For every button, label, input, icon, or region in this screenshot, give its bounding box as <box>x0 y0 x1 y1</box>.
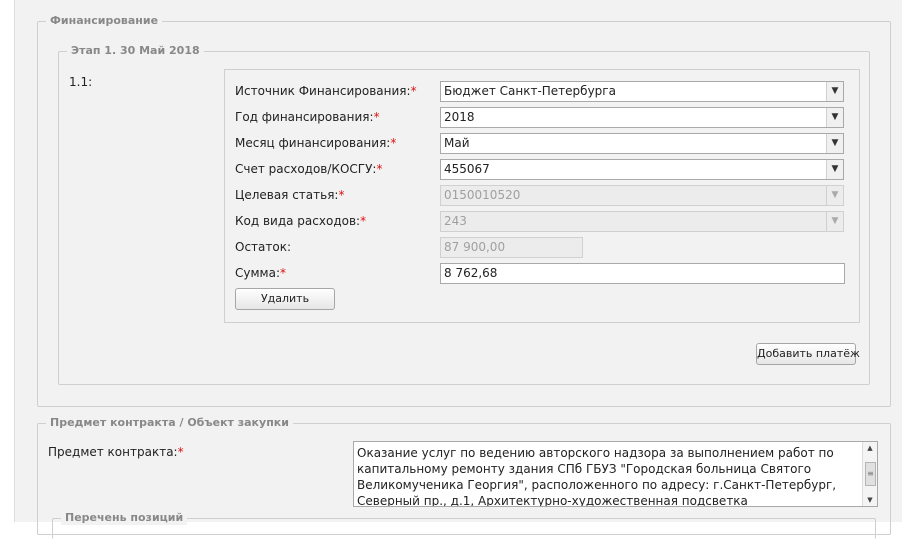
chevron-down-icon[interactable]: ▼ <box>826 160 843 179</box>
expense-code-label: Код вида расходов:* <box>235 214 367 228</box>
scroll-up-icon[interactable]: ▲ <box>863 442 877 454</box>
year-label: Год финансирования:* <box>235 110 380 124</box>
expense-code-select: 243 ▼ <box>440 211 844 232</box>
subject-label: Предмет контракта:* <box>48 445 184 459</box>
delete-button[interactable]: Удалить <box>235 288 335 310</box>
chevron-down-icon: ▼ <box>826 186 843 205</box>
scroll-thumb[interactable]: ≡ <box>865 462 876 486</box>
source-value: Бюджет Санкт-Петербурга <box>444 84 616 98</box>
required-mark: * <box>373 110 380 124</box>
chevron-down-icon[interactable]: ▼ <box>826 134 843 153</box>
target-select: 0150010520 ▼ <box>440 185 844 206</box>
account-select[interactable]: 455067 ▼ <box>440 159 844 180</box>
month-label: Месяц финансирования:* <box>235 136 397 150</box>
subject-text: Оказание услуг по ведению авторского над… <box>357 446 837 507</box>
required-mark: * <box>376 162 383 176</box>
month-select[interactable]: Май ▼ <box>440 133 844 154</box>
positions-section: Перечень позиций <box>52 511 876 539</box>
subject-textarea[interactable]: Оказание услуг по ведению авторского над… <box>353 441 878 507</box>
required-mark: * <box>390 136 397 150</box>
required-mark: * <box>177 445 184 459</box>
subject-legend: Предмет контракта / Объект закупки <box>46 416 293 430</box>
amount-field[interactable]: 8 762,68 <box>440 263 845 284</box>
positions-legend: Перечень позиций <box>61 511 188 525</box>
year-value: 2018 <box>444 110 475 124</box>
year-select[interactable]: 2018 ▼ <box>440 107 844 128</box>
required-mark: * <box>279 266 286 280</box>
source-label: Источник Финансирования:* <box>235 84 417 98</box>
target-label: Целевая статья:* <box>235 188 345 202</box>
stage-legend: Этап 1. 30 Май 2018 <box>67 44 204 58</box>
textarea-scrollbar[interactable]: ▲ ≡ ▼ <box>862 442 877 506</box>
required-mark: * <box>360 214 367 228</box>
account-value: 455067 <box>444 162 490 176</box>
add-payment-button[interactable]: Добавить платёж <box>756 343 860 365</box>
expense-code-value: 243 <box>444 214 467 228</box>
source-select[interactable]: Бюджет Санкт-Петербурга ▼ <box>440 81 844 102</box>
required-mark: * <box>410 84 417 98</box>
month-value: Май <box>444 136 470 150</box>
chevron-down-icon[interactable]: ▼ <box>826 108 843 127</box>
balance-label: Остаток: <box>235 240 292 254</box>
scroll-down-icon[interactable]: ▼ <box>863 494 877 506</box>
chevron-down-icon: ▼ <box>826 212 843 231</box>
amount-label: Сумма:* <box>235 266 286 280</box>
chevron-down-icon[interactable]: ▼ <box>826 82 843 101</box>
target-value: 0150010520 <box>444 188 521 202</box>
balance-field: 87 900,00 <box>440 237 583 258</box>
account-label: Счет расходов/КОСГУ:* <box>235 162 383 176</box>
financing-legend: Финансирование <box>46 14 163 28</box>
row-number: 1.1: <box>69 75 93 89</box>
required-mark: * <box>338 188 345 202</box>
